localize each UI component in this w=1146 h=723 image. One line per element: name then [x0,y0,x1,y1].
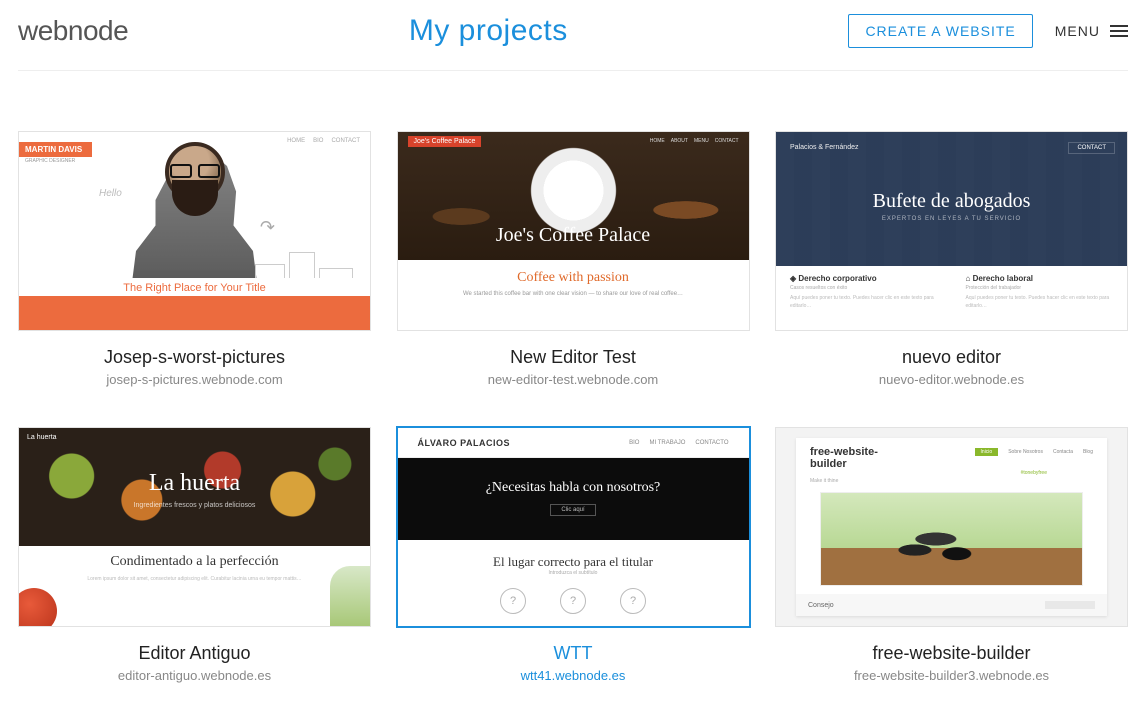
thumb-brand: La huerta [27,434,57,441]
project-title: New Editor Test [510,347,636,368]
project-thumbnail[interactable]: La huerta La huerta Ingredientes frescos… [18,427,371,627]
project-thumbnail[interactable]: Palacios & Fernández CONTACT Bufete de a… [775,131,1128,331]
project-card[interactable]: La huerta La huerta Ingredientes frescos… [18,427,371,683]
project-card[interactable]: Palacios & Fernández CONTACT Bufete de a… [775,131,1128,387]
page-title: My projects [409,14,568,48]
thumb-title: free-website-builder [810,446,890,470]
glasses-icon [170,164,220,174]
thumb-sub: Make it thine [810,478,838,484]
thumb-hero-sub: Ingredientes frescos y platos deliciosos [19,502,370,509]
thumb-nav: Inicio Sobre Nosotros Contacta Blog [975,448,1093,456]
thumb-banner: Joe's Coffee Palace [408,136,482,147]
menu-button[interactable]: MENU [1055,23,1128,39]
thumb-lower: El lugar correcto para el titular Introd… [398,540,749,626]
thumb-lower-title: El lugar correcto para el titular [398,540,749,570]
project-url: wtt41.webnode.es [521,668,626,683]
project-url: editor-antiguo.webnode.es [118,668,271,683]
project-title: Editor Antiguo [138,643,250,664]
thumb-nav: ÁLVARO PALACIOS BIOMI TRABAJOCONTACTO [398,428,749,458]
thumb-badge: MARTIN DAVIS [19,142,92,157]
thumb-footer: Consejo [796,594,1107,616]
project-url: josep-s-pictures.webnode.com [106,372,282,387]
project-thumbnail[interactable]: Joe's Coffee Palace HOMEABOUTMENUCONTACT… [397,131,750,331]
thumb-hero-title: La huerta [19,470,370,497]
thumb-tag: #tonebyfree [1021,470,1047,476]
header: webnode My projects CREATE A WEBSITE MEN… [18,0,1128,71]
project-thumbnail[interactable]: ÁLVARO PALACIOS BIOMI TRABAJOCONTACTO ¿N… [397,427,750,627]
project-title: Josep-s-worst-pictures [104,347,285,368]
footer-bar [1045,601,1095,609]
thumb-inner: free-website-builder Inicio Sobre Nosotr… [796,438,1107,616]
arrow-icon: ↷ [260,217,275,238]
create-website-button[interactable]: CREATE A WEBSITE [848,14,1032,48]
project-title: nuevo editor [902,347,1001,368]
thumb-hello: Hello [99,188,122,199]
thumb-nav: HOMEBIOCONTACT [287,138,360,144]
thumb-hero-title: Joe's Coffee Palace [398,224,749,247]
project-url: nuevo-editor.webnode.es [879,372,1024,387]
project-thumbnail[interactable]: MARTIN DAVIS GRAPHIC DESIGNER HOMEBIOCON… [18,131,371,331]
menu-label: MENU [1055,23,1100,39]
project-card[interactable]: ÁLVARO PALACIOS BIOMI TRABAJOCONTACTO ¿N… [397,427,750,683]
thumb-nav: HOMEABOUTMENUCONTACT [650,138,739,144]
question-icon: ? [620,588,646,614]
project-url: free-website-builder3.webnode.es [854,668,1049,683]
thumb-body: Lorem ipsum dolor sit amet, consectetur … [49,576,340,584]
leek-icon [330,566,370,626]
thumb-placeholder-circles: ? ? ? [398,588,749,614]
thumb-tagline: Coffee with passion [398,260,749,286]
thumb-hero-sub: EXPERTOS EN LEYES A TU SERVICIO [776,216,1127,222]
thumb-lower: Condimentado a la perfección Lorem ipsum… [19,546,370,626]
thumb-hero-title: Bufete de abogados [776,190,1127,213]
project-card[interactable]: Joe's Coffee Palace HOMEABOUTMENUCONTACT… [397,131,750,387]
thumb-hero: ¿Necesitas habla con nosotros? Clic aquí [398,458,749,540]
thumb-cta: Clic aquí [550,504,595,516]
thumb-name: ÁLVARO PALACIOS [418,438,511,448]
thumb-body: We started this coffee bar with one clea… [398,286,749,302]
hamburger-icon [1110,25,1128,37]
thumb-lower-sub: Introduzca el subtítulo [398,570,749,576]
question-icon: ? [560,588,586,614]
project-card[interactable]: free-website-builder Inicio Sobre Nosotr… [775,427,1128,683]
thumb-lower: ◈ Derecho corporativo Casos resueltos co… [776,266,1127,330]
thumb-lower-title: Condimentado a la perfección [49,554,340,570]
project-card[interactable]: MARTIN DAVIS GRAPHIC DESIGNER HOMEBIOCON… [18,131,371,387]
logo[interactable]: webnode [18,15,128,47]
thumb-brand: Palacios & Fernández [790,144,858,151]
question-icon: ? [500,588,526,614]
thumb-strapline: The Right Place for Your Title [19,278,370,296]
project-thumbnail[interactable]: free-website-builder Inicio Sobre Nosotr… [775,427,1128,627]
project-url: new-editor-test.webnode.com [488,372,659,387]
thumb-subtitle: GRAPHIC DESIGNER [25,158,75,164]
briefcase-icon: ⌂ [966,274,973,283]
thumb-hero-title: ¿Necesitas habla con nosotros? [398,458,749,496]
zen-stones-image [820,492,1083,586]
thumb-lower: Coffee with passion We started this coff… [398,260,749,330]
thumb-band [19,296,370,330]
project-title: WTT [554,643,593,664]
thumb-button: CONTACT [1068,142,1115,154]
project-title: free-website-builder [872,643,1030,664]
tomato-icon [18,588,57,627]
projects-grid: MARTIN DAVIS GRAPHIC DESIGNER HOMEBIOCON… [18,71,1128,723]
